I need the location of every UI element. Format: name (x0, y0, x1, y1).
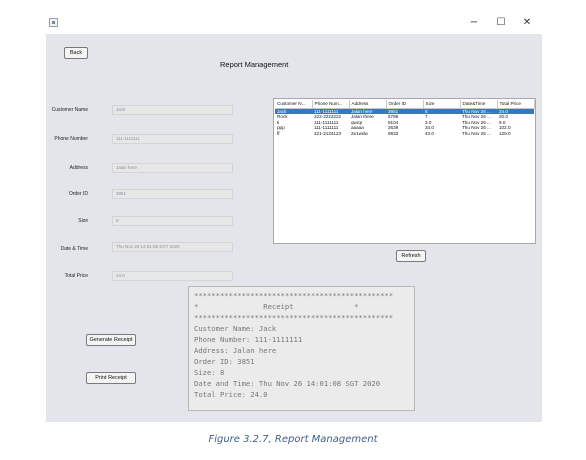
size-field[interactable]: 8 (112, 216, 233, 226)
date-time-label: Date & Time (60, 246, 88, 252)
column-header[interactable]: Date&Time (460, 100, 498, 109)
app-window: − ☐ ✕ Back Report Management Customer Na… (46, 12, 542, 422)
table-cell: ff (277, 130, 280, 136)
receipt-line: Order ID: 3851 (194, 357, 255, 366)
phone-number-field[interactable]: 111-1111111 (112, 134, 233, 144)
receipt-line: * Receipt * (194, 302, 359, 311)
order-id-label: Order ID (68, 191, 88, 197)
phone-number-label: Phone Number (54, 136, 88, 142)
table-cell: 43.0 (425, 130, 434, 136)
column-header[interactable]: Total Price (497, 100, 535, 109)
column-header[interactable]: Size (423, 100, 461, 109)
receipt-line: Address: Jalan here (194, 346, 277, 355)
receipt-line: ****************************************… (194, 291, 394, 300)
orders-table[interactable]: Customer N... Phone Num... Address Order… (275, 100, 535, 136)
receipt-line: Customer Name: Jack (194, 324, 277, 333)
customer-name-field[interactable]: Jack (112, 105, 233, 115)
table-cell: 2e1wdw (351, 130, 368, 136)
figure-caption: Figure 3.2.7, Report Management (208, 434, 378, 445)
column-header[interactable]: Phone Num... (312, 100, 350, 109)
size-label: Size (78, 218, 88, 224)
receipt-line: Size: 8 (194, 368, 225, 377)
column-header[interactable]: Customer N... (275, 100, 313, 109)
order-id-field[interactable]: 3851 (112, 189, 233, 199)
table-cell: 129.0 (499, 130, 511, 136)
maximize-button[interactable]: ☐ (494, 16, 508, 30)
address-field[interactable]: Jalan here (112, 163, 233, 173)
content-panel: Back Report Management Customer Name Jac… (46, 34, 542, 422)
receipt-line: Date and Time: Thu Nov 26 14:01:08 SGT 2… (194, 379, 381, 388)
customer-name-label: Customer Name (51, 107, 88, 113)
back-button[interactable]: Back (64, 47, 88, 59)
receipt-line: Total Price: 24.0 (194, 390, 268, 399)
generate-receipt-button[interactable]: Generate Receipt (86, 334, 136, 346)
address-label: Address (69, 165, 88, 171)
table-header-row: Customer N... Phone Num... Address Order… (275, 100, 535, 109)
java-app-icon (49, 18, 58, 27)
close-button[interactable]: ✕ (520, 16, 534, 30)
total-price-label: Total Price (64, 273, 88, 279)
receipt-line: ****************************************… (194, 313, 394, 322)
column-header[interactable]: Order ID (386, 100, 424, 109)
refresh-button[interactable]: Refresh (396, 250, 426, 262)
page-title: Report Management (220, 60, 289, 69)
orders-table-panel: Customer N... Phone Num... Address Order… (273, 98, 536, 244)
title-bar: − ☐ ✕ (46, 12, 542, 34)
print-receipt-button[interactable]: Print Receipt (86, 372, 136, 384)
table-cell: 9933 (388, 130, 399, 136)
table-row[interactable]: ff 321-2134123 2e1wdw 9933 43.0 Thu Nov … (275, 131, 534, 137)
total-price-field[interactable]: 24.0 (112, 271, 233, 281)
table-cell: Thu Nov 26 ... (462, 130, 491, 136)
receipt-line: Phone Number: 111-1111111 (194, 335, 303, 344)
receipt-text-area[interactable]: ****************************************… (188, 286, 415, 411)
table-cell: 321-2134123 (314, 130, 342, 136)
date-time-field[interactable]: Thu Nov 26 14:01:08 SGT 2020 (112, 242, 233, 252)
minimize-button[interactable]: − (467, 16, 481, 30)
column-header[interactable]: Address (349, 100, 387, 109)
